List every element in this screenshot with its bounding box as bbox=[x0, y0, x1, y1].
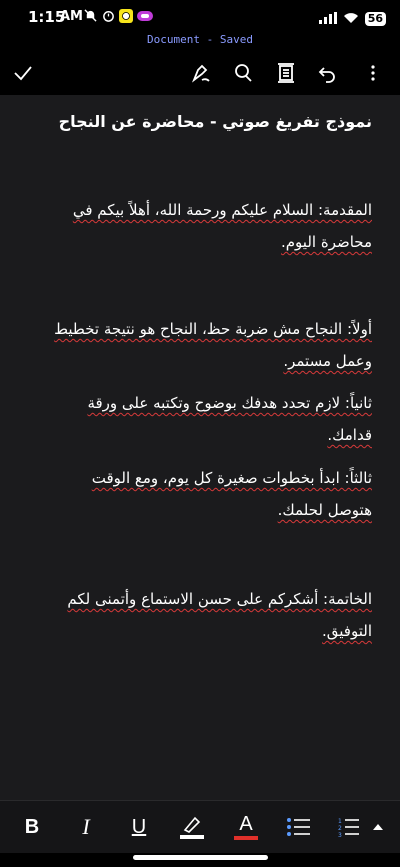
text-line: المقدمة: السلام عليكم ورحمة الله، أهلاً … bbox=[72, 201, 372, 219]
numbered-list-button[interactable]: 1 2 3 bbox=[338, 813, 360, 841]
battery-indicator: 56 bbox=[364, 11, 386, 26]
checkmark-icon bbox=[14, 66, 32, 81]
app-notification-icon bbox=[137, 9, 153, 23]
font-color-label: A bbox=[239, 812, 253, 835]
svg-text:3: 3 bbox=[338, 832, 342, 838]
home-indicator[interactable] bbox=[133, 855, 268, 860]
snapchat-icon bbox=[119, 9, 133, 23]
text-line: التوفيق. bbox=[322, 622, 372, 640]
highlighter-icon bbox=[180, 816, 204, 839]
bullet-list-button[interactable] bbox=[286, 813, 312, 841]
text-line: محاضرة اليوم. bbox=[281, 233, 372, 251]
wifi-icon bbox=[343, 9, 359, 28]
undo-icon bbox=[318, 67, 335, 83]
text-line: ثالثاً: ابدأ بخطوات صغيرة كل يوم، ومع ال… bbox=[91, 469, 372, 487]
text-line: الخاتمة: أشكركم على حسن الاستماع وأتمنى … bbox=[67, 590, 372, 608]
status-icons bbox=[83, 9, 153, 23]
numbered-list-icon: 1 2 3 bbox=[338, 818, 359, 838]
status-right: 56 bbox=[318, 9, 386, 28]
text-line: هتوصل لحلمك. bbox=[277, 501, 372, 519]
italic-button[interactable]: I bbox=[76, 813, 96, 841]
search-button[interactable] bbox=[230, 60, 256, 86]
text-line: وعمل مستمر. bbox=[283, 352, 372, 370]
text-line: ثانياً: لازم تحدد هدفك بوضوح وتكتبه على … bbox=[87, 394, 372, 412]
text-line: أولاً: النجاح مش ضربة حظ، النجاح هو نتيج… bbox=[54, 320, 372, 338]
document-title: نموذج تفريغ صوتي - محاضرة عن النجاح bbox=[58, 112, 372, 131]
alarm-icon bbox=[101, 9, 115, 23]
bullet-list-icon bbox=[287, 818, 310, 836]
draw-button[interactable] bbox=[188, 60, 214, 86]
status-bar: 1:15 AM 56 bbox=[0, 0, 400, 30]
font-color-button[interactable]: A bbox=[231, 813, 261, 841]
undo-button[interactable] bbox=[314, 60, 340, 86]
font-color-swatch bbox=[234, 835, 258, 840]
document-canvas[interactable]: نموذج تفريغ صوتي - محاضرة عن النجاح المق… bbox=[0, 95, 400, 800]
top-toolbar bbox=[0, 52, 400, 92]
status-ampm: AM bbox=[60, 9, 83, 24]
highlight-button[interactable] bbox=[177, 813, 207, 841]
expand-toolbar-button[interactable] bbox=[370, 813, 386, 841]
bold-button[interactable]: B bbox=[22, 813, 42, 841]
document-save-status: Document - Saved bbox=[147, 33, 253, 46]
document-view-icon bbox=[278, 63, 294, 83]
view-button[interactable] bbox=[273, 60, 299, 86]
mute-bell-icon bbox=[83, 9, 97, 23]
underline-button[interactable]: U bbox=[128, 813, 150, 841]
formatting-toolbar: B I U A 1 2 3 bbox=[0, 800, 400, 853]
cellular-signal-icon bbox=[318, 9, 337, 28]
text-line: قدامك. bbox=[327, 426, 372, 444]
more-options-button[interactable] bbox=[360, 60, 386, 86]
done-button[interactable] bbox=[10, 60, 36, 86]
svg-text:1: 1 bbox=[338, 818, 342, 825]
chevron-up-icon bbox=[373, 824, 383, 830]
pen-draw-icon bbox=[191, 64, 210, 83]
search-icon bbox=[235, 64, 252, 82]
more-vertical-icon bbox=[371, 65, 375, 81]
svg-text:2: 2 bbox=[338, 825, 342, 832]
